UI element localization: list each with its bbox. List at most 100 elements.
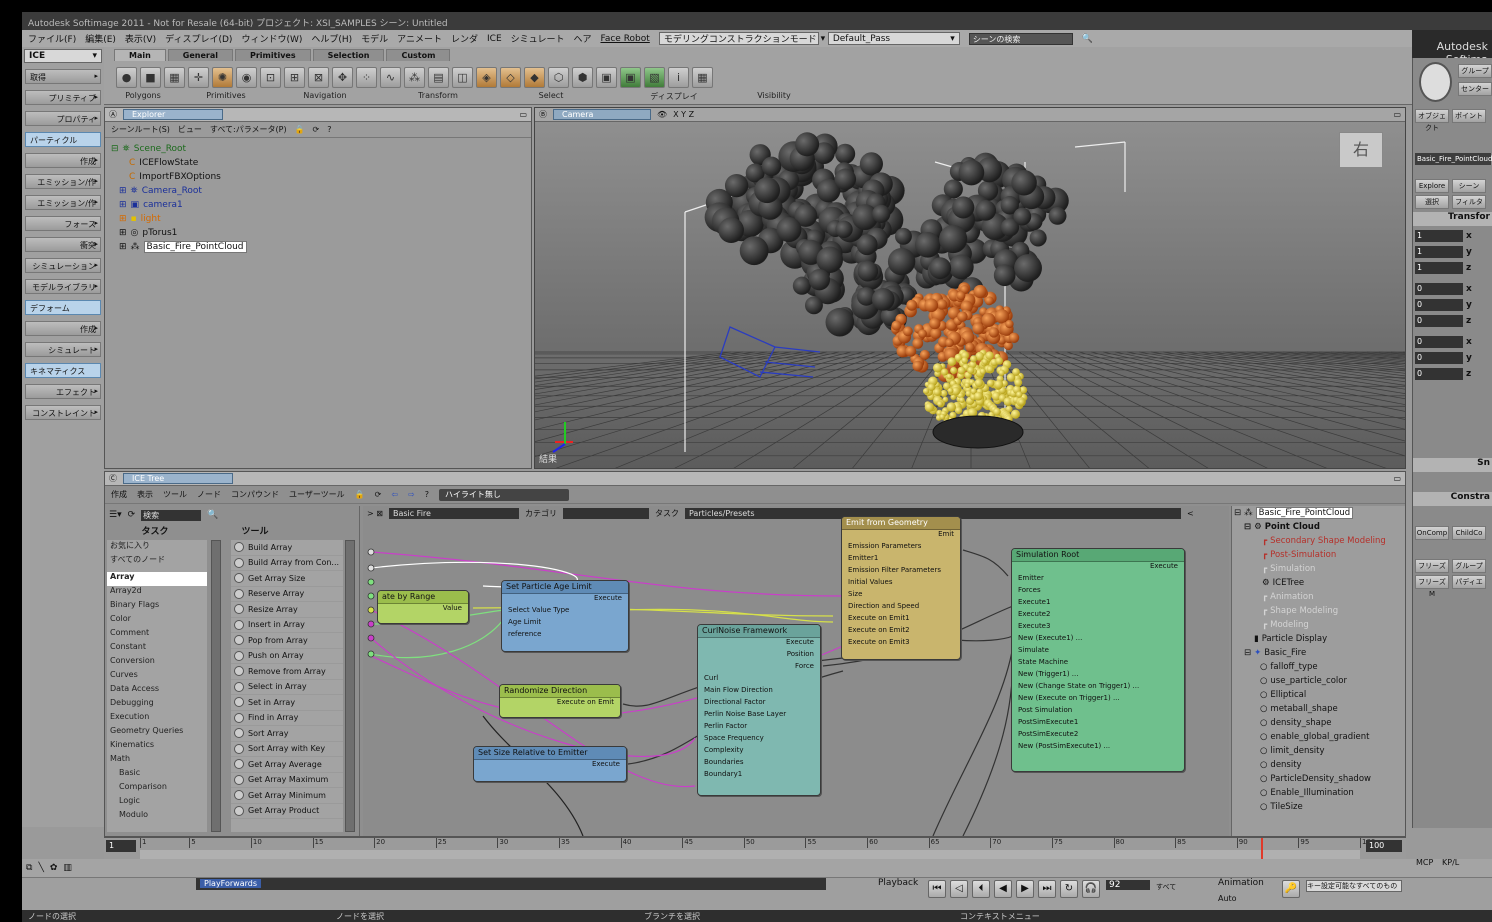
side-item-effect[interactable]: エフェクト bbox=[25, 384, 101, 399]
realtime-icon[interactable]: ▣ bbox=[620, 67, 641, 88]
axis-x[interactable]: x bbox=[1466, 337, 1472, 347]
node-port[interactable]: Execute3 bbox=[1012, 622, 1184, 634]
side-item-property[interactable]: プロパティ bbox=[25, 111, 101, 126]
ice-tree-node[interactable]: ┏ Secondary Shape Modeling bbox=[1232, 534, 1405, 548]
ice-tree-node[interactable]: ○ enable_global_gradient bbox=[1232, 730, 1405, 744]
node-port[interactable]: Emission Parameters bbox=[842, 542, 960, 554]
scope-scene-root[interactable]: シーンルート(S) bbox=[111, 124, 170, 135]
search-icon[interactable]: 🔍 bbox=[207, 510, 218, 520]
ice-tree-node[interactable]: ┏ Simulation bbox=[1232, 562, 1405, 576]
collapse-icon[interactable]: ⊟ bbox=[111, 144, 119, 154]
side-item-primitive[interactable]: プリミティブ bbox=[25, 90, 101, 105]
tool-node-item[interactable]: Remove from Array bbox=[231, 664, 343, 680]
side-item-collision[interactable]: 衝突 bbox=[25, 237, 101, 252]
node-set-particle-age-limit[interactable]: Set Particle Age Limit Execute Select Va… bbox=[501, 580, 629, 652]
info-icon[interactable]: i bbox=[668, 67, 689, 88]
light-icon[interactable]: ✺ bbox=[212, 67, 233, 88]
timeline-start-field[interactable]: 1 bbox=[106, 840, 136, 852]
node-ate-by-range[interactable]: ate by Range Value bbox=[377, 590, 469, 624]
scale-z-field[interactable]: 1 bbox=[1415, 261, 1463, 274]
category-item[interactable]: Logic bbox=[107, 796, 207, 810]
side-item-model-library[interactable]: モデルライブラリ bbox=[25, 279, 101, 294]
side-item-kinematics-header[interactable]: キネマティクス bbox=[25, 363, 101, 378]
category-item-selected[interactable]: Array bbox=[107, 572, 207, 586]
scene-button[interactable]: シーン bbox=[1452, 178, 1486, 193]
textured-icon[interactable]: ▣ bbox=[596, 67, 617, 88]
collapse-icon[interactable]: ⊟ bbox=[1244, 522, 1251, 532]
tree-node-scene-root[interactable]: ⊟ ⛯ Scene_Root bbox=[111, 142, 525, 156]
forward-arrow-icon[interactable]: ⇨ bbox=[408, 490, 415, 499]
node-emit-from-geometry[interactable]: Emit from Geometry Emit Emission Paramet… bbox=[841, 516, 961, 660]
node-port[interactable]: Execute bbox=[698, 638, 820, 650]
curve-icon[interactable]: ∿ bbox=[380, 67, 401, 88]
node-port[interactable]: Execute bbox=[1012, 562, 1184, 574]
grid-icon[interactable]: ▦ bbox=[164, 67, 185, 88]
tool-node-item[interactable]: Sort Array with Key bbox=[231, 742, 343, 757]
node-port[interactable]: Execute on Emit3 bbox=[842, 638, 960, 650]
pointer-tool-icon[interactable] bbox=[1419, 62, 1452, 102]
ice-menu-create[interactable]: 作成 bbox=[111, 489, 127, 500]
node-port[interactable]: New (Execute on Trigger1) ... bbox=[1012, 694, 1184, 706]
column-tool[interactable]: ツール bbox=[205, 524, 305, 538]
translate-icon[interactable]: ✥ bbox=[332, 67, 353, 88]
menu-file[interactable]: ファイル(F) bbox=[28, 32, 76, 45]
category-item[interactable]: Data Access bbox=[107, 684, 207, 698]
node-port[interactable]: Direction and Speed bbox=[842, 602, 960, 614]
refresh-icon[interactable]: ⟳ bbox=[313, 125, 320, 134]
column-task[interactable]: タスク bbox=[105, 524, 205, 538]
library-filter-icon[interactable]: ☰▾ bbox=[109, 510, 122, 520]
zoom-icon[interactable]: ⊠ bbox=[308, 67, 329, 88]
side-item-deform-simulate[interactable]: シミュレート bbox=[25, 342, 101, 357]
ice-tree-node[interactable]: ○ ParticleDensity_shadow bbox=[1232, 772, 1405, 786]
refresh-icon[interactable]: ⟳ bbox=[375, 490, 382, 499]
node-port[interactable]: Initial Values bbox=[842, 578, 960, 590]
node-simulation-root[interactable]: Simulation Root Execute Emitter Forces E… bbox=[1011, 548, 1185, 772]
ice-tree-node[interactable]: ○ Enable_Illumination bbox=[1232, 786, 1405, 800]
panel-menu-icon[interactable]: Ⓐ bbox=[109, 109, 117, 120]
menu-help[interactable]: ヘルプ(H) bbox=[311, 32, 352, 45]
ice-menu-view[interactable]: 表示 bbox=[137, 489, 153, 500]
axis-z[interactable]: z bbox=[1466, 263, 1471, 273]
translate-y-field[interactable]: 0 bbox=[1415, 351, 1463, 364]
tool-node-item[interactable]: Get Array Maximum bbox=[231, 773, 343, 788]
module-selector[interactable]: ICE ▾ bbox=[24, 49, 102, 63]
key-icon[interactable]: 🔑 bbox=[1282, 880, 1300, 898]
point-mode-button[interactable]: ポイント bbox=[1452, 108, 1486, 123]
tree-node[interactable]: ⊞ ⁂ Basic_Fire_PointCloud bbox=[111, 240, 525, 254]
scope-params[interactable]: すべて:パラメータ(P) bbox=[210, 124, 287, 135]
transform-header[interactable]: Transfor bbox=[1413, 212, 1492, 226]
node-port[interactable]: Emitter bbox=[1012, 574, 1184, 586]
camera-combo[interactable]: Camera bbox=[553, 109, 651, 120]
freeze-button[interactable]: フリーズ bbox=[1415, 558, 1449, 573]
category-item[interactable]: Execution bbox=[107, 712, 207, 726]
category-item[interactable]: Constant bbox=[107, 642, 207, 656]
collapse-icon[interactable]: ⊟ bbox=[1234, 508, 1241, 518]
ice-tree-node[interactable]: ○ Elliptical bbox=[1232, 688, 1405, 702]
category-item[interactable]: Curves bbox=[107, 670, 207, 684]
node-port[interactable]: PostSimExecute1 bbox=[1012, 718, 1184, 730]
expand-icon[interactable]: ⊞ bbox=[119, 214, 127, 224]
side-item-create[interactable]: 作成 bbox=[25, 153, 101, 168]
paint-tool-icon[interactable]: ✿ bbox=[50, 863, 58, 873]
wireframe-icon[interactable]: ⬡ bbox=[548, 67, 569, 88]
tab-selection[interactable]: Selection bbox=[312, 49, 385, 61]
object-mode-button[interactable]: オブジェクト bbox=[1415, 108, 1449, 132]
ice-graph-canvas[interactable]: > ⊠ Basic Fire カテゴリ タスク Particles/Preset… bbox=[363, 506, 1229, 836]
help-icon[interactable]: ? bbox=[425, 490, 429, 499]
side-item-constraint[interactable]: コンストレイント bbox=[25, 405, 101, 420]
menu-view[interactable]: 表示(V) bbox=[125, 32, 156, 45]
tree-node[interactable]: C ICEFlowState bbox=[111, 156, 525, 170]
category-item[interactable]: すべてのノード bbox=[107, 554, 207, 568]
rotate-x-field[interactable]: 0 bbox=[1415, 282, 1463, 295]
node-port[interactable]: Execute bbox=[502, 594, 628, 606]
tab-custom[interactable]: Custom bbox=[386, 49, 451, 61]
node-port[interactable]: Select Value Type bbox=[502, 606, 628, 618]
ice-tree-node[interactable]: ○ limit_density bbox=[1232, 744, 1405, 758]
menu-window[interactable]: ウィンドウ(W) bbox=[241, 32, 302, 45]
filter-button[interactable]: フィルタ bbox=[1452, 194, 1486, 209]
construction-mode-combo[interactable]: モデリングコンストラクションモード ▾ bbox=[658, 32, 825, 45]
tool-node-item[interactable]: Reserve Array bbox=[231, 587, 343, 602]
side-item-emission2[interactable]: エミッション/作 bbox=[25, 195, 101, 210]
category-item[interactable]: お気に入り bbox=[107, 540, 207, 554]
oncomp-button[interactable]: OnComp bbox=[1415, 525, 1449, 540]
